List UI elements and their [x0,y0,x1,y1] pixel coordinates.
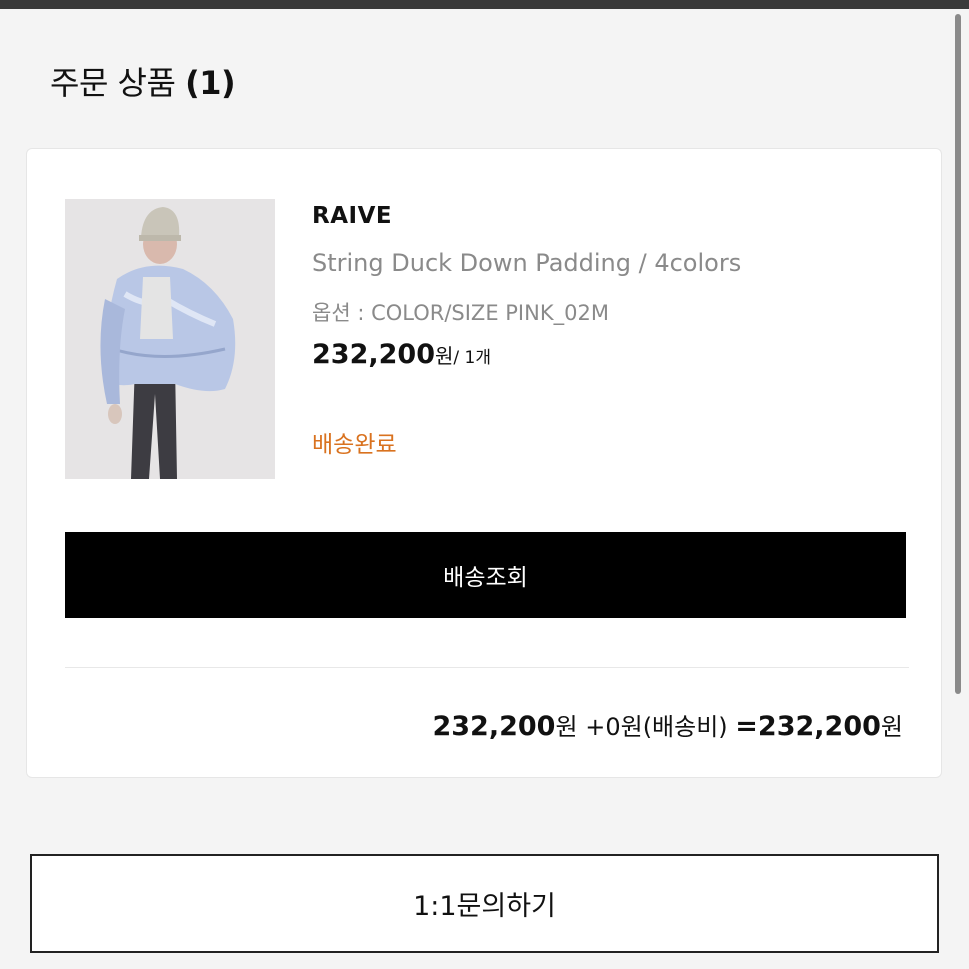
currency-unit: 원 [555,713,578,741]
product-total: 232,200 [432,711,556,742]
item-price: 232,200 [312,339,435,370]
section-title-text: 주문 상품 [50,64,176,102]
one-to-one-inquiry-button[interactable]: 1:1문의하기 [30,854,939,953]
order-total-summary: 232,200원 +0원(배송비) =232,200원 [432,707,903,742]
product-image[interactable] [65,199,275,479]
delivery-status: 배송완료 [312,432,397,458]
item-count: (1) [185,64,236,102]
top-bar [0,0,969,9]
price-line: 232,200원/ 1개 [312,339,491,370]
currency-unit: 원 [620,713,643,741]
track-delivery-button[interactable]: 배송조회 [65,532,906,618]
price-unit: 원 [434,344,454,368]
product-option: 옵션 : COLOR/SIZE PINK_02M [312,301,609,325]
product-name[interactable]: String Duck Down Padding / 4colors [312,249,741,277]
item-quantity: / 1개 [453,348,491,368]
divider [65,667,909,668]
currency-unit: 원 [880,713,903,741]
scrollbar[interactable] [955,14,961,694]
order-item-card: RAIVE String Duck Down Padding / 4colors… [26,148,942,778]
brand-name[interactable]: RAIVE [312,203,392,229]
section-title: 주문 상품 (1) [50,58,236,104]
shipping-fee: +0 [585,713,621,741]
grand-total: =232,200 [735,711,881,742]
shipping-label: (배송비) [642,713,728,741]
